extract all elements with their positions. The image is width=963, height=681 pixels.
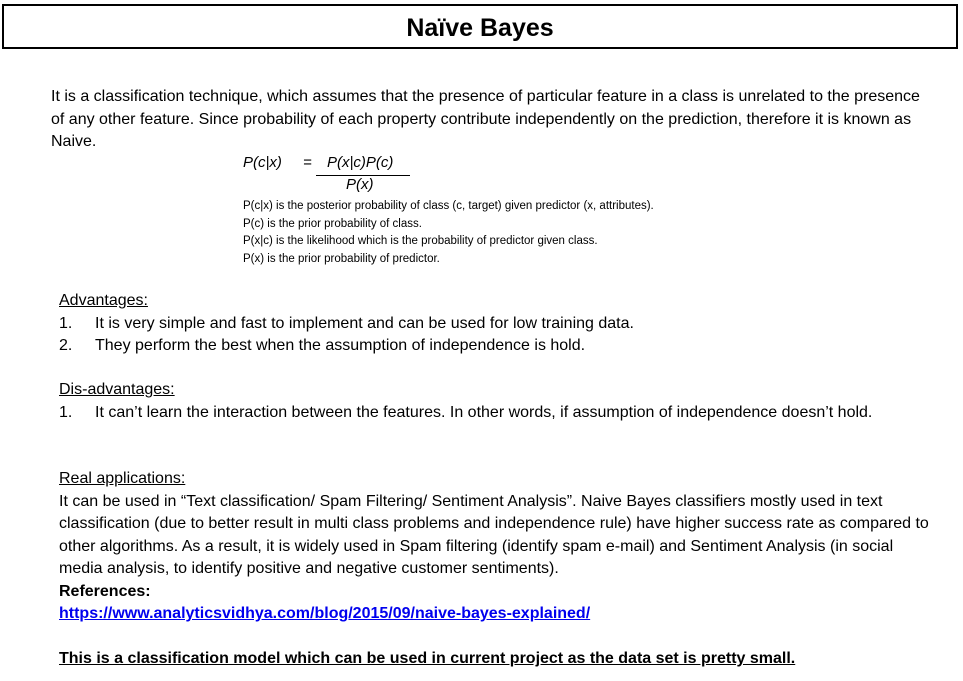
list-item: 1. It can’t learn the interaction betwee…	[59, 402, 919, 425]
advantages-section: Advantages: 1. It is very simple and fas…	[59, 290, 919, 358]
disadvantages-heading: Dis-advantages:	[59, 381, 175, 398]
reference-link[interactable]: https://www.analyticsvidhya.com/blog/201…	[59, 605, 590, 622]
definition-predictor-prior: P(x) is the prior probability of predict…	[243, 252, 440, 265]
definition-posterior: P(c|x) is the posterior probability of c…	[243, 200, 654, 212]
list-text: It is very simple and fast to implement …	[95, 314, 634, 332]
references-label: References:	[59, 582, 151, 600]
intro-paragraph: It is a classification technique, which …	[51, 88, 920, 150]
list-text: They perform the best when the assumptio…	[95, 337, 586, 354]
formula-definitions: P(c|x) is the posterior probability of c…	[243, 198, 654, 268]
definition-class-prior: P(c) is the prior probability of class.	[243, 217, 422, 230]
page-title: Naïve Bayes	[406, 14, 554, 42]
applications-text: It can be used in “Text classification/ …	[59, 492, 929, 578]
title-box: Naïve Bayes	[2, 4, 958, 49]
disadvantages-section: Dis-advantages: 1. It can’t learn the in…	[59, 379, 919, 424]
list-text: It can’t learn the interaction between t…	[95, 403, 873, 421]
applications-heading: Real applications:	[59, 470, 186, 487]
formula-numerator: P(x|c)P(c)	[327, 154, 394, 171]
advantages-heading: Advantages:	[59, 292, 148, 309]
list-number: 1.	[59, 314, 73, 332]
list-item: 1. It is very simple and fast to impleme…	[59, 313, 919, 336]
applications-section: Real applications: It can be used in “Te…	[59, 468, 939, 626]
definition-likelihood: P(x|c) is the likelihood which is the pr…	[243, 235, 598, 248]
formula-equals: =	[303, 154, 312, 171]
list-number: 2.	[59, 337, 73, 354]
list-number: 1.	[59, 403, 73, 421]
list-item: 2. They perform the best when the assump…	[59, 335, 919, 358]
formula-denominator: P(x)	[346, 176, 374, 193]
project-note: This is a classification model which can…	[59, 650, 796, 667]
formula-lhs: P(c|x)	[243, 154, 282, 171]
